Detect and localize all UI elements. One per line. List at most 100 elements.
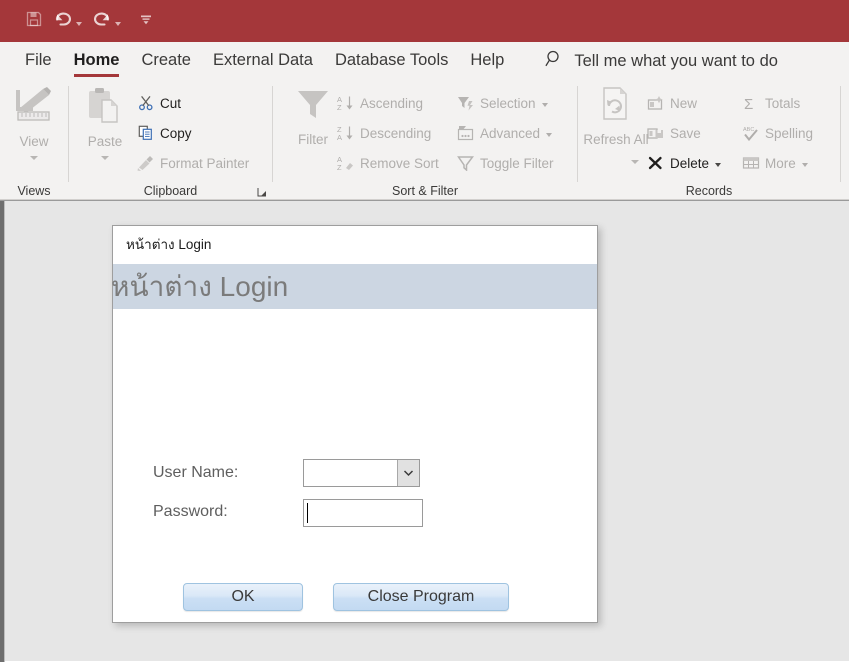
totals-button[interactable]: Σ Totals — [741, 92, 800, 114]
spelling-button[interactable]: ABC Spelling — [741, 122, 813, 144]
new-record-icon — [646, 95, 665, 111]
toggle-filter-icon — [456, 155, 475, 171]
group-label-sort-filter: Sort & Filter — [392, 184, 458, 198]
chevron-down-icon[interactable] — [76, 21, 82, 26]
svg-text:Z: Z — [337, 103, 342, 111]
svg-text:A: A — [337, 133, 342, 141]
tell-me-search[interactable]: Tell me what you want to do — [545, 49, 778, 73]
redo-arrow-icon — [92, 10, 112, 33]
delete-record-button[interactable]: Delete — [646, 152, 722, 174]
close-program-button[interactable]: Close Program — [333, 583, 509, 611]
more-button[interactable]: More — [741, 152, 808, 174]
selection-filter-icon — [456, 95, 475, 111]
chevron-down-icon[interactable] — [715, 162, 722, 167]
floppy-disk-icon — [25, 10, 43, 33]
sort-ascending-button[interactable]: A Z Ascending — [336, 92, 423, 114]
ribbon-group-clipboard: Paste Cut Copy Format Painter Clipboard — [69, 80, 272, 200]
group-label-clipboard: Clipboard — [143, 184, 198, 198]
ribbon-group-sort-filter: Filter A Z Ascending Z A Descending A Z … — [273, 80, 577, 200]
toggle-filter-button[interactable]: Toggle Filter — [456, 152, 554, 174]
totals-label: Totals — [765, 95, 801, 111]
cut-button[interactable]: Cut — [136, 92, 181, 114]
svg-text:ABC: ABC — [743, 127, 754, 133]
svg-text:Z: Z — [337, 163, 342, 171]
ribbon-tab-bar: File Home Create External Data Database … — [0, 42, 849, 80]
advanced-filter-icon — [456, 125, 475, 141]
sigma-totals-icon: Σ — [741, 95, 760, 111]
form-body: User Name: Password: OK Close Program — [113, 309, 597, 622]
chevron-down-icon[interactable] — [801, 162, 808, 167]
login-form-window: หน้าต่าง Login หน้าต่าง Login User Name:… — [111, 225, 598, 623]
svg-text:Σ: Σ — [744, 96, 753, 111]
format-painter-button[interactable]: Format Painter — [136, 152, 249, 174]
tab-database-tools[interactable]: Database Tools — [324, 42, 459, 80]
chevron-down-icon[interactable] — [546, 132, 553, 137]
group-label-views: Views — [17, 184, 51, 198]
view-button[interactable]: View — [2, 86, 66, 160]
user-name-input[interactable] — [304, 460, 397, 486]
chevron-down-icon[interactable] — [631, 160, 639, 164]
ribbon-group-views: View Views — [0, 80, 68, 200]
sort-descending-icon: Z A — [336, 125, 355, 141]
tab-home[interactable]: Home — [63, 42, 131, 80]
qat-redo-button[interactable] — [89, 7, 124, 35]
chevron-down-icon[interactable] — [541, 102, 548, 107]
ok-button[interactable]: OK — [183, 583, 303, 611]
sort-descending-button[interactable]: Z A Descending — [336, 122, 431, 144]
advanced-button[interactable]: Advanced — [456, 122, 553, 144]
qat-save-button[interactable] — [22, 7, 46, 35]
funnel-icon — [294, 86, 332, 129]
spelling-label: Spelling — [765, 125, 814, 141]
save-record-icon — [646, 125, 665, 141]
user-name-label: User Name: — [153, 464, 239, 481]
password-label: Password: — [153, 503, 228, 520]
cut-label: Cut — [160, 95, 182, 111]
chevron-down-icon[interactable] — [101, 156, 109, 160]
qat-customize-button[interactable] — [136, 7, 156, 35]
customize-qat-icon — [139, 11, 153, 32]
sort-descending-label: Descending — [360, 125, 432, 141]
chevron-down-icon[interactable] — [30, 156, 38, 160]
refresh-all-label: Refresh All — [583, 132, 649, 147]
save-record-button[interactable]: Save — [646, 122, 701, 144]
tab-help[interactable]: Help — [459, 42, 515, 80]
sort-ascending-label: Ascending — [360, 95, 424, 111]
form-header-title: หน้าต่าง Login — [111, 271, 289, 302]
form-tab-title[interactable]: หน้าต่าง Login — [113, 226, 597, 264]
more-grid-icon — [741, 155, 760, 171]
password-input[interactable] — [303, 499, 423, 527]
selection-button[interactable]: Selection — [456, 92, 548, 114]
new-record-button[interactable]: New — [646, 92, 697, 114]
remove-sort-button[interactable]: A Z Remove Sort — [336, 152, 439, 174]
ribbon-group-records: Refresh All New Save Delete Σ Totals ABC… — [578, 80, 840, 200]
tab-file[interactable]: File — [14, 42, 63, 80]
selection-label: Selection — [480, 95, 536, 111]
paintbrush-icon — [136, 155, 155, 171]
chevron-down-icon[interactable] — [115, 21, 121, 26]
copy-label: Copy — [160, 125, 192, 141]
tab-external-data[interactable]: External Data — [202, 42, 324, 80]
refresh-all-button[interactable]: Refresh All — [583, 86, 649, 147]
format-painter-label: Format Painter — [160, 155, 250, 171]
save-record-label: Save — [670, 125, 701, 141]
sort-ascending-icon: A Z — [336, 95, 355, 111]
remove-sort-icon: A Z — [336, 155, 355, 171]
copy-pages-icon — [136, 125, 155, 141]
qat-undo-button[interactable] — [50, 7, 85, 35]
user-name-combobox[interactable] — [303, 459, 420, 487]
view-button-label: View — [19, 134, 49, 149]
view-design-icon — [13, 86, 55, 131]
paste-button[interactable]: Paste — [73, 86, 137, 160]
quick-access-toolbar — [0, 0, 849, 42]
delete-x-icon — [646, 155, 665, 171]
navigation-pane-border — [4, 201, 5, 662]
more-label: More — [765, 155, 796, 171]
new-record-label: New — [670, 95, 698, 111]
copy-button[interactable]: Copy — [136, 122, 192, 144]
tab-create[interactable]: Create — [130, 42, 202, 80]
paste-button-label: Paste — [87, 134, 123, 149]
search-icon — [545, 49, 564, 73]
chevron-down-icon[interactable] — [397, 460, 419, 486]
form-header-band: หน้าต่าง Login — [111, 264, 597, 309]
ribbon-body: View Views Paste Cut Copy Format Painter… — [0, 80, 849, 200]
